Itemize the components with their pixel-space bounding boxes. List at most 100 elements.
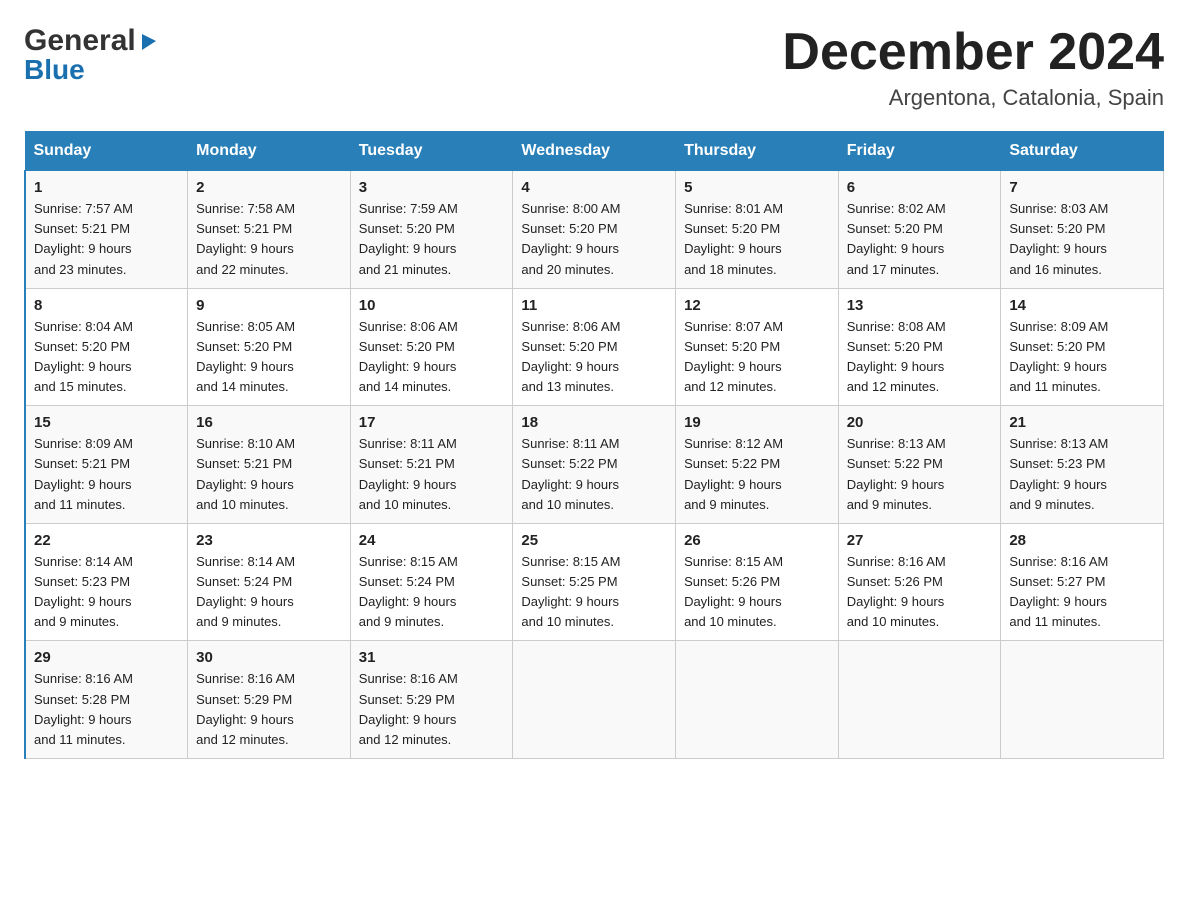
day-number: 30 (196, 649, 342, 666)
day-info: Sunrise: 8:13 AM Sunset: 5:22 PM Dayligh… (847, 434, 993, 515)
calendar-cell: 19 Sunrise: 8:12 AM Sunset: 5:22 PM Dayl… (676, 406, 839, 524)
col-thursday: Thursday (676, 132, 839, 171)
day-number: 13 (847, 297, 993, 314)
calendar-week-row: 15 Sunrise: 8:09 AM Sunset: 5:21 PM Dayl… (25, 406, 1164, 524)
col-monday: Monday (188, 132, 351, 171)
calendar-cell: 2 Sunrise: 7:58 AM Sunset: 5:21 PM Dayli… (188, 171, 351, 289)
day-info: Sunrise: 7:59 AM Sunset: 5:20 PM Dayligh… (359, 199, 505, 280)
day-info: Sunrise: 8:16 AM Sunset: 5:29 PM Dayligh… (196, 669, 342, 750)
calendar-cell: 27 Sunrise: 8:16 AM Sunset: 5:26 PM Dayl… (838, 523, 1001, 641)
calendar-cell: 6 Sunrise: 8:02 AM Sunset: 5:20 PM Dayli… (838, 171, 1001, 289)
day-info: Sunrise: 8:06 AM Sunset: 5:20 PM Dayligh… (359, 317, 505, 398)
calendar-cell: 3 Sunrise: 7:59 AM Sunset: 5:20 PM Dayli… (350, 171, 513, 289)
calendar-cell: 14 Sunrise: 8:09 AM Sunset: 5:20 PM Dayl… (1001, 288, 1164, 406)
day-number: 17 (359, 414, 505, 431)
day-info: Sunrise: 8:01 AM Sunset: 5:20 PM Dayligh… (684, 199, 830, 280)
calendar-cell (1001, 641, 1164, 759)
day-number: 14 (1009, 297, 1155, 314)
day-info: Sunrise: 8:11 AM Sunset: 5:22 PM Dayligh… (521, 434, 667, 515)
day-number: 22 (34, 532, 179, 549)
day-number: 9 (196, 297, 342, 314)
month-title: December 2024 (782, 24, 1164, 81)
calendar-cell: 25 Sunrise: 8:15 AM Sunset: 5:25 PM Dayl… (513, 523, 676, 641)
day-number: 15 (34, 414, 179, 431)
calendar-cell: 5 Sunrise: 8:01 AM Sunset: 5:20 PM Dayli… (676, 171, 839, 289)
logo-general-text: General (24, 24, 136, 58)
day-number: 8 (34, 297, 179, 314)
day-info: Sunrise: 8:16 AM Sunset: 5:27 PM Dayligh… (1009, 552, 1155, 633)
day-number: 19 (684, 414, 830, 431)
logo-blue-text: Blue (24, 54, 85, 86)
day-info: Sunrise: 8:10 AM Sunset: 5:21 PM Dayligh… (196, 434, 342, 515)
day-number: 7 (1009, 179, 1155, 196)
calendar-cell: 13 Sunrise: 8:08 AM Sunset: 5:20 PM Dayl… (838, 288, 1001, 406)
day-number: 4 (521, 179, 667, 196)
day-info: Sunrise: 8:05 AM Sunset: 5:20 PM Dayligh… (196, 317, 342, 398)
day-number: 1 (34, 179, 179, 196)
day-info: Sunrise: 8:11 AM Sunset: 5:21 PM Dayligh… (359, 434, 505, 515)
day-number: 2 (196, 179, 342, 196)
day-info: Sunrise: 8:15 AM Sunset: 5:26 PM Dayligh… (684, 552, 830, 633)
calendar-week-row: 1 Sunrise: 7:57 AM Sunset: 5:21 PM Dayli… (25, 171, 1164, 289)
calendar-cell: 8 Sunrise: 8:04 AM Sunset: 5:20 PM Dayli… (25, 288, 188, 406)
calendar-week-row: 22 Sunrise: 8:14 AM Sunset: 5:23 PM Dayl… (25, 523, 1164, 641)
day-info: Sunrise: 8:16 AM Sunset: 5:28 PM Dayligh… (34, 669, 179, 750)
day-number: 16 (196, 414, 342, 431)
day-info: Sunrise: 7:58 AM Sunset: 5:21 PM Dayligh… (196, 199, 342, 280)
day-number: 27 (847, 532, 993, 549)
header-row: Sunday Monday Tuesday Wednesday Thursday… (25, 132, 1164, 171)
calendar-cell: 10 Sunrise: 8:06 AM Sunset: 5:20 PM Dayl… (350, 288, 513, 406)
day-info: Sunrise: 8:09 AM Sunset: 5:21 PM Dayligh… (34, 434, 179, 515)
calendar-body: 1 Sunrise: 7:57 AM Sunset: 5:21 PM Dayli… (25, 171, 1164, 759)
day-info: Sunrise: 8:13 AM Sunset: 5:23 PM Dayligh… (1009, 434, 1155, 515)
calendar-cell: 16 Sunrise: 8:10 AM Sunset: 5:21 PM Dayl… (188, 406, 351, 524)
day-info: Sunrise: 8:02 AM Sunset: 5:20 PM Dayligh… (847, 199, 993, 280)
day-number: 10 (359, 297, 505, 314)
day-number: 3 (359, 179, 505, 196)
calendar-cell (513, 641, 676, 759)
calendar-header: Sunday Monday Tuesday Wednesday Thursday… (25, 132, 1164, 171)
day-info: Sunrise: 8:14 AM Sunset: 5:23 PM Dayligh… (34, 552, 179, 633)
calendar-week-row: 8 Sunrise: 8:04 AM Sunset: 5:20 PM Dayli… (25, 288, 1164, 406)
calendar-cell: 20 Sunrise: 8:13 AM Sunset: 5:22 PM Dayl… (838, 406, 1001, 524)
calendar-cell: 1 Sunrise: 7:57 AM Sunset: 5:21 PM Dayli… (25, 171, 188, 289)
day-number: 12 (684, 297, 830, 314)
day-number: 25 (521, 532, 667, 549)
calendar-cell: 24 Sunrise: 8:15 AM Sunset: 5:24 PM Dayl… (350, 523, 513, 641)
calendar-cell: 17 Sunrise: 8:11 AM Sunset: 5:21 PM Dayl… (350, 406, 513, 524)
calendar-cell (676, 641, 839, 759)
day-info: Sunrise: 8:16 AM Sunset: 5:29 PM Dayligh… (359, 669, 505, 750)
logo-triangle-icon (138, 30, 160, 57)
day-info: Sunrise: 8:16 AM Sunset: 5:26 PM Dayligh… (847, 552, 993, 633)
day-info: Sunrise: 8:15 AM Sunset: 5:24 PM Dayligh… (359, 552, 505, 633)
day-info: Sunrise: 8:04 AM Sunset: 5:20 PM Dayligh… (34, 317, 179, 398)
logo: General Blue (24, 24, 160, 86)
calendar-cell: 23 Sunrise: 8:14 AM Sunset: 5:24 PM Dayl… (188, 523, 351, 641)
day-number: 24 (359, 532, 505, 549)
calendar-cell: 11 Sunrise: 8:06 AM Sunset: 5:20 PM Dayl… (513, 288, 676, 406)
col-friday: Friday (838, 132, 1001, 171)
day-number: 28 (1009, 532, 1155, 549)
col-tuesday: Tuesday (350, 132, 513, 171)
day-number: 23 (196, 532, 342, 549)
day-info: Sunrise: 8:15 AM Sunset: 5:25 PM Dayligh… (521, 552, 667, 633)
calendar-cell: 22 Sunrise: 8:14 AM Sunset: 5:23 PM Dayl… (25, 523, 188, 641)
title-area: December 2024 Argentona, Catalonia, Spai… (782, 24, 1164, 111)
calendar-cell (838, 641, 1001, 759)
page-header: General Blue December 2024 Argentona, Ca… (24, 24, 1164, 111)
calendar-table: Sunday Monday Tuesday Wednesday Thursday… (24, 131, 1164, 759)
col-saturday: Saturday (1001, 132, 1164, 171)
day-info: Sunrise: 8:12 AM Sunset: 5:22 PM Dayligh… (684, 434, 830, 515)
day-info: Sunrise: 8:14 AM Sunset: 5:24 PM Dayligh… (196, 552, 342, 633)
day-info: Sunrise: 8:00 AM Sunset: 5:20 PM Dayligh… (521, 199, 667, 280)
day-number: 5 (684, 179, 830, 196)
day-number: 29 (34, 649, 179, 666)
calendar-cell: 31 Sunrise: 8:16 AM Sunset: 5:29 PM Dayl… (350, 641, 513, 759)
calendar-cell: 12 Sunrise: 8:07 AM Sunset: 5:20 PM Dayl… (676, 288, 839, 406)
day-number: 31 (359, 649, 505, 666)
day-info: Sunrise: 8:03 AM Sunset: 5:20 PM Dayligh… (1009, 199, 1155, 280)
calendar-cell: 4 Sunrise: 8:00 AM Sunset: 5:20 PM Dayli… (513, 171, 676, 289)
day-number: 21 (1009, 414, 1155, 431)
calendar-cell: 21 Sunrise: 8:13 AM Sunset: 5:23 PM Dayl… (1001, 406, 1164, 524)
day-info: Sunrise: 8:07 AM Sunset: 5:20 PM Dayligh… (684, 317, 830, 398)
